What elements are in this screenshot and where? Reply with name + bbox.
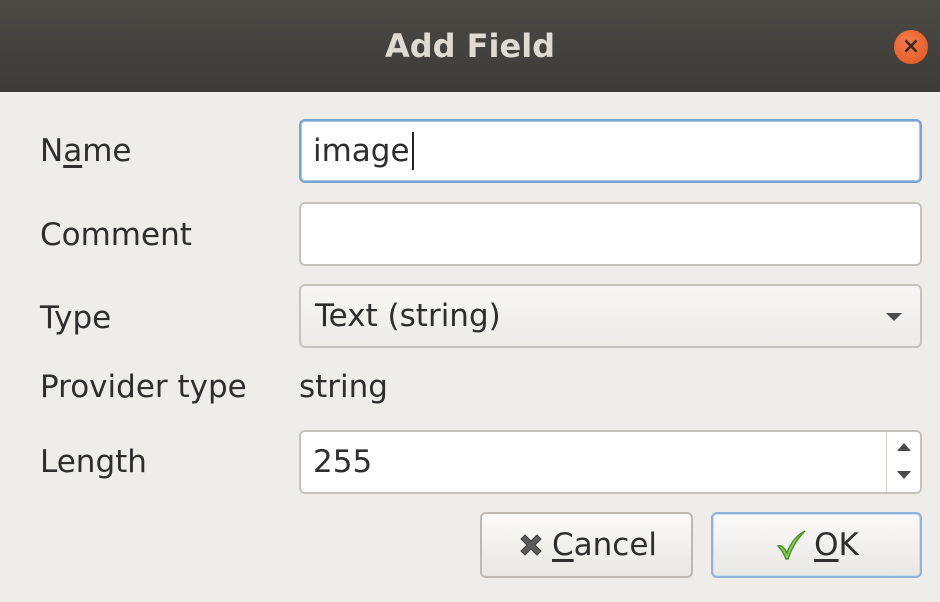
comment-input[interactable]: [299, 202, 922, 266]
length-spinbox[interactable]: 255: [299, 430, 922, 494]
cancel-button[interactable]: Cancel: [480, 512, 693, 578]
cancel-mnemonic: C: [551, 527, 574, 563]
length-value: 255: [313, 444, 373, 480]
add-field-dialog: Add Field × Name image Comment Type Text…: [0, 0, 940, 602]
length-label: Length: [40, 444, 147, 480]
cancel-x-icon: [516, 530, 546, 560]
type-selected-value: Text (string): [315, 298, 501, 334]
name-input[interactable]: image: [299, 119, 922, 183]
spin-down-icon[interactable]: [887, 462, 920, 492]
name-value: image: [313, 133, 410, 169]
dialog-title: Add Field: [384, 27, 556, 65]
type-select[interactable]: Text (string): [299, 284, 922, 348]
name-label: Name: [40, 133, 132, 169]
cancel-label: ancel: [573, 527, 658, 563]
text-caret: [411, 131, 414, 170]
spin-up-icon[interactable]: [887, 432, 920, 462]
ok-button[interactable]: OK: [711, 512, 922, 578]
checkmark-icon: [774, 528, 808, 562]
close-icon: ×: [901, 34, 921, 59]
comment-label: Comment: [40, 217, 192, 253]
spin-buttons: [886, 432, 920, 492]
title-bar: Add Field ×: [0, 0, 940, 92]
type-label: Type: [40, 300, 112, 336]
ok-mnemonic: O: [814, 527, 839, 563]
provider-type-label: Provider type: [40, 369, 247, 405]
chevron-down-icon: [886, 313, 902, 321]
close-button[interactable]: ×: [894, 30, 928, 64]
provider-type-value: string: [299, 369, 388, 405]
ok-label: K: [838, 527, 859, 563]
